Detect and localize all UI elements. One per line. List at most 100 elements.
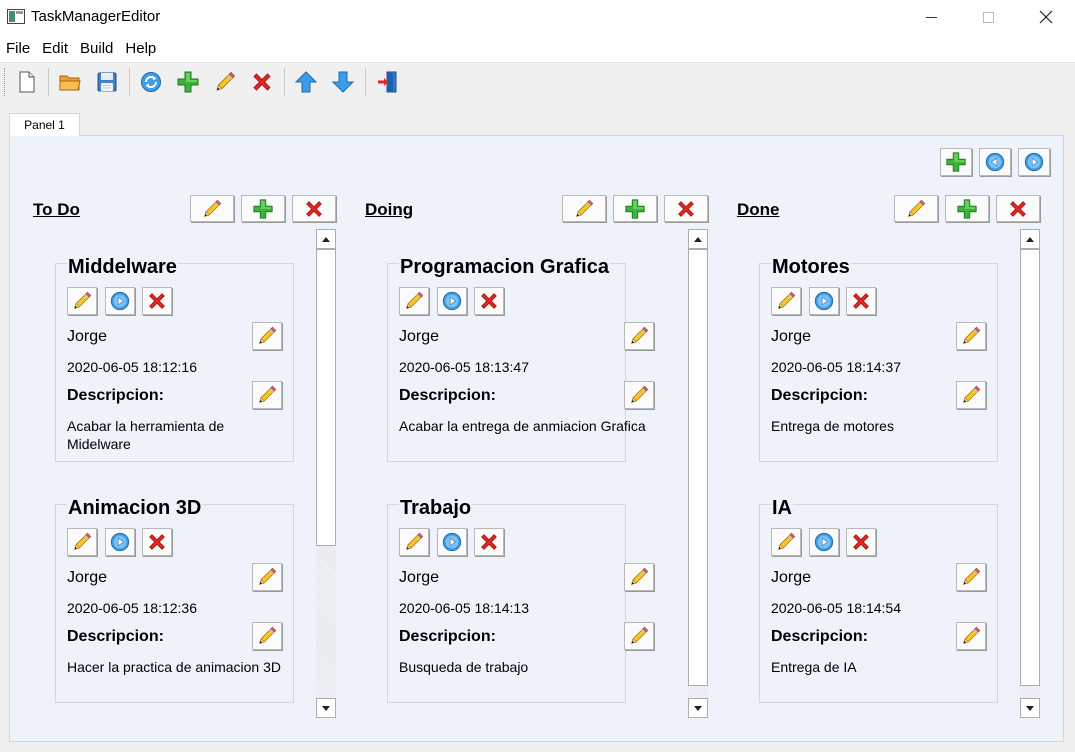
edit-card-button[interactable]	[67, 528, 97, 556]
delete-icon	[675, 198, 697, 220]
task-card: Animacion 3D Jorge 2020-06-05 18:12:36 D…	[55, 497, 294, 703]
pencil-icon	[201, 198, 223, 220]
edit-user-button[interactable]	[956, 563, 986, 591]
delete-card-button[interactable]	[846, 528, 876, 556]
edit-description-button[interactable]	[956, 381, 986, 409]
scroll-down-button[interactable]	[1020, 698, 1040, 718]
edit-button[interactable]	[209, 66, 241, 98]
delete-icon	[850, 531, 872, 553]
scroll-thumb[interactable]	[316, 249, 336, 546]
card-title: Programacion Grafica	[399, 256, 610, 279]
scroll-down-button[interactable]	[688, 698, 708, 718]
add-column-button[interactable]	[940, 148, 972, 176]
new-file-button[interactable]	[11, 66, 43, 98]
close-button[interactable]	[1023, 0, 1069, 34]
toolbar-separator	[365, 68, 366, 96]
delete-icon	[250, 70, 274, 94]
delete-card-button[interactable]	[142, 528, 172, 556]
menu-help[interactable]: Help	[119, 38, 162, 60]
delete-card-button[interactable]	[474, 528, 504, 556]
add-card-button[interactable]	[945, 195, 989, 222]
scroll-up-button[interactable]	[688, 229, 708, 249]
refresh-button[interactable]	[135, 66, 167, 98]
edit-card-button[interactable]	[67, 287, 97, 315]
edit-column-button[interactable]	[894, 195, 938, 222]
edit-description-button[interactable]	[252, 381, 282, 409]
chevron-up-icon	[694, 236, 702, 242]
maximize-icon	[982, 11, 994, 23]
card-date: 2020-06-05 18:12:36	[67, 600, 197, 616]
move-card-button[interactable]	[105, 287, 135, 315]
column-scrollbar[interactable]	[688, 229, 708, 718]
edit-user-button[interactable]	[624, 563, 654, 591]
edit-card-button[interactable]	[771, 287, 801, 315]
tab-panel-1[interactable]: Panel 1	[9, 113, 80, 136]
scroll-thumb[interactable]	[1020, 249, 1040, 686]
add-icon	[956, 198, 978, 220]
card-user: Jorge	[67, 569, 108, 586]
close-icon	[1039, 10, 1053, 24]
save-button[interactable]	[91, 66, 123, 98]
edit-column-button[interactable]	[562, 195, 606, 222]
delete-column-button[interactable]	[996, 195, 1040, 222]
add-card-button[interactable]	[613, 195, 657, 222]
edit-user-button[interactable]	[252, 322, 282, 350]
move-card-button[interactable]	[809, 528, 839, 556]
move-up-button[interactable]	[290, 66, 322, 98]
scroll-down-button[interactable]	[316, 698, 336, 718]
task-card: Motores Jorge 2020-06-05 18:14:37 Descri…	[759, 256, 998, 462]
previous-panel-button[interactable]	[979, 148, 1011, 176]
toolbar-grip	[4, 68, 7, 96]
edit-card-button[interactable]	[771, 528, 801, 556]
menu-edit[interactable]: Edit	[36, 38, 74, 60]
delete-button[interactable]	[246, 66, 278, 98]
column-scrollbar[interactable]	[316, 229, 336, 718]
pencil-icon	[573, 198, 595, 220]
move-down-button[interactable]	[327, 66, 359, 98]
chevron-down-icon	[322, 705, 330, 711]
pencil-icon	[256, 625, 278, 647]
delete-column-button[interactable]	[664, 195, 708, 222]
scroll-thumb[interactable]	[688, 249, 708, 686]
column-scrollbar[interactable]	[1020, 229, 1040, 718]
move-card-button[interactable]	[809, 287, 839, 315]
column-title-todo: To Do	[33, 200, 80, 219]
card-user: Jorge	[771, 569, 812, 586]
scroll-up-button[interactable]	[316, 229, 336, 249]
edit-user-button[interactable]	[252, 563, 282, 591]
move-card-button[interactable]	[105, 528, 135, 556]
add-icon	[252, 198, 274, 220]
add-card-button[interactable]	[241, 195, 285, 222]
pencil-icon	[256, 325, 278, 347]
exit-button[interactable]	[371, 66, 403, 98]
pencil-icon	[403, 531, 425, 553]
save-icon	[95, 70, 119, 94]
add-button[interactable]	[172, 66, 204, 98]
edit-user-button[interactable]	[624, 322, 654, 350]
description-label: Descripcion:	[771, 387, 868, 404]
move-card-button[interactable]	[437, 528, 467, 556]
menu-build[interactable]: Build	[74, 38, 119, 60]
menu-file[interactable]: File	[0, 38, 36, 60]
edit-description-button[interactable]	[624, 622, 654, 650]
edit-description-button[interactable]	[956, 622, 986, 650]
delete-column-button[interactable]	[292, 195, 336, 222]
edit-user-button[interactable]	[956, 322, 986, 350]
next-panel-button[interactable]	[1018, 148, 1050, 176]
edit-description-button[interactable]	[252, 622, 282, 650]
delete-card-button[interactable]	[474, 287, 504, 315]
pencil-icon	[403, 290, 425, 312]
minimize-button[interactable]	[908, 0, 954, 34]
scroll-up-button[interactable]	[1020, 229, 1040, 249]
card-title: Trabajo	[399, 497, 473, 520]
maximize-button[interactable]	[965, 0, 1011, 34]
delete-card-button[interactable]	[142, 287, 172, 315]
open-button[interactable]	[54, 66, 86, 98]
edit-card-button[interactable]	[399, 287, 429, 315]
edit-card-button[interactable]	[399, 528, 429, 556]
card-date: 2020-06-05 18:14:54	[771, 600, 901, 616]
move-card-button[interactable]	[437, 287, 467, 315]
edit-description-button[interactable]	[624, 381, 654, 409]
delete-card-button[interactable]	[846, 287, 876, 315]
edit-column-button[interactable]	[190, 195, 234, 222]
